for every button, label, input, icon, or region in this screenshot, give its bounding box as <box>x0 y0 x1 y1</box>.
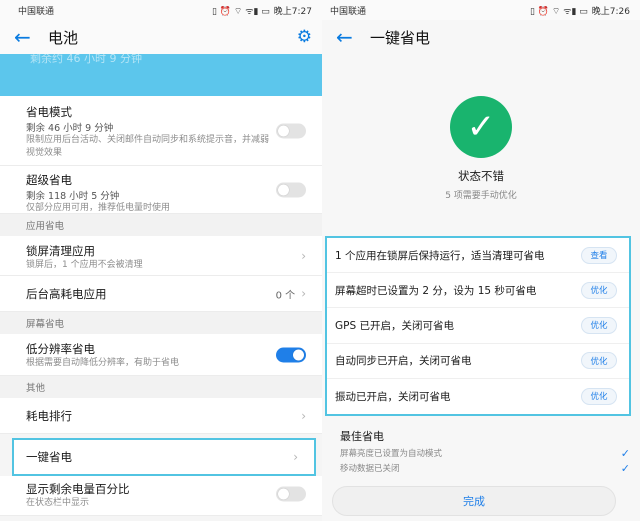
section-other: 其他 <box>0 376 322 398</box>
chevron-right-icon: › <box>293 450 298 464</box>
low-resolution-row[interactable]: 低分辨率省电 根据需要自动降低分辨率，有助于省电 <box>0 334 322 376</box>
ultra-power-saving-toggle[interactable] <box>276 182 306 197</box>
one-key-save-panel: 中国联通 ▯ ⏰ ⌔ ᯤ▮ ▭ 晚上7:26 ← 一键省电 ✓ 状态不错 5 项… <box>322 0 640 521</box>
back-arrow-icon[interactable]: ← <box>14 27 40 47</box>
list-item[interactable]: 振动已开启，关闭可省电 优化 <box>327 379 629 414</box>
background-high-power-row[interactable]: 后台高耗电应用 0 个 › <box>0 276 322 312</box>
power-saving-mode-toggle[interactable] <box>276 123 306 138</box>
done-button[interactable]: 完成 <box>332 486 616 516</box>
show-battery-percent-desc: 在状态栏中显示 <box>26 498 90 508</box>
power-ranking-title: 耗电排行 <box>26 408 72 423</box>
best-saving-item: 屏幕亮度已设置为自动模式 ✓ <box>340 446 630 460</box>
background-high-power-title: 后台高耗电应用 <box>26 286 107 301</box>
optimization-text: GPS 已开启，关闭可省电 <box>335 319 454 332</box>
clock: 晚上7:27 <box>273 6 312 17</box>
ultra-power-saving-row[interactable]: 超级省电 剩余 118 小时 5 分钟 仅部分应用可用，推荐低电量时使用 <box>0 166 322 214</box>
back-arrow-icon[interactable]: ← <box>336 27 362 47</box>
power-ranking-row[interactable]: 耗电排行 › <box>0 398 322 434</box>
one-key-save-row[interactable]: 一键省电 › <box>12 438 316 476</box>
best-saving-section: 最佳省电 屏幕亮度已设置为自动模式 ✓ 移动数据已关闭 ✓ <box>340 428 630 474</box>
carrier-label: 中国联通 <box>18 6 55 17</box>
ultra-power-saving-remaining: 剩余 118 小时 5 分钟 <box>26 191 120 202</box>
app-bar: ← 一键省电 <box>322 20 640 54</box>
ultra-power-saving-title: 超级省电 <box>26 173 72 187</box>
low-resolution-title: 低分辨率省电 <box>26 342 95 356</box>
show-battery-percent-title: 显示剩余电量百分比 <box>26 482 130 496</box>
best-saving-item: 移动数据已关闭 ✓ <box>340 461 630 475</box>
optimize-button[interactable]: 优化 <box>581 316 617 334</box>
status-subtitle: 5 项需要手动优化 <box>445 191 517 201</box>
battery-settings-panel: 中国联通 ▯ ⏰ ⌔ ᯤ▮ ▭ 晚上7:27 ← 电池 ⚙ 剩余约 46 小时 … <box>0 0 322 521</box>
one-key-save-title: 一键省电 <box>26 450 72 464</box>
optimization-text: 自动同步已开启，关闭可省电 <box>335 355 472 368</box>
list-item[interactable]: GPS 已开启，关闭可省电 优化 <box>327 308 629 344</box>
optimize-button[interactable]: 优化 <box>581 281 617 299</box>
optimization-text: 屏幕超时已设置为 2 分，设为 15 秒可省电 <box>335 284 537 297</box>
hero-faded-text: 剩余约 46 小时 9 分钟 <box>30 54 142 65</box>
ultra-power-saving-desc: 仅部分应用可用，推荐低电量时使用 <box>26 203 171 213</box>
power-saving-mode-row[interactable]: 省电模式 剩余 46 小时 9 分钟 限制应用后台活动、关闭邮件自动同步和系统提… <box>0 96 322 166</box>
lock-screen-cleanup-title: 锁屏清理应用 <box>26 244 95 258</box>
gear-icon[interactable]: ⚙ <box>297 27 312 47</box>
check-icon: ✓ <box>620 461 630 475</box>
low-resolution-toggle[interactable] <box>276 347 306 362</box>
lock-screen-cleanup-row[interactable]: 锁屏清理应用 锁屏后，1 个应用不会被清理 › <box>0 236 322 276</box>
app-bar: ← 电池 ⚙ <box>0 20 322 54</box>
chevron-right-icon: › <box>301 286 306 301</box>
optimization-text: 振动已开启，关闭可省电 <box>335 390 451 403</box>
clock: 晚上7:26 <box>591 6 630 17</box>
power-saving-mode-remaining: 剩余 46 小时 9 分钟 <box>26 123 114 134</box>
list-item[interactable]: 屏幕超时已设置为 2 分，设为 15 秒可省电 优化 <box>327 273 629 309</box>
status-summary: ✓ 状态不错 5 项需要手动优化 <box>322 54 640 235</box>
lock-screen-cleanup-desc: 锁屏后，1 个应用不会被清理 <box>26 260 143 270</box>
optimization-list: 1 个应用在锁屏后保持运行，适当清理可省电 查看 屏幕超时已设置为 2 分，设为… <box>325 236 631 416</box>
page-title: 电池 <box>48 28 79 47</box>
best-saving-title: 最佳省电 <box>340 430 384 443</box>
status-bar: 中国联通 ▯ ⏰ ⌔ ᯤ▮ ▭ 晚上7:26 <box>322 0 640 20</box>
battery-hero-banner: 剩余约 46 小时 9 分钟 <box>0 54 322 96</box>
carrier-label: 中国联通 <box>330 6 367 17</box>
power-saving-mode-title: 省电模式 <box>26 105 72 119</box>
chevron-right-icon: › <box>301 408 306 423</box>
chevron-right-icon: › <box>301 248 306 263</box>
show-battery-percent-row[interactable]: 显示剩余电量百分比 在状态栏中显示 <box>0 476 322 516</box>
check-circle-icon: ✓ <box>450 96 512 158</box>
low-resolution-desc: 根据需要自动降低分辨率，有助于省电 <box>26 358 180 368</box>
status-icons: ▯ ⏰ ⌔ ᯤ▮ ▭ <box>530 6 588 17</box>
list-item[interactable]: 自动同步已开启，关闭可省电 优化 <box>327 344 629 379</box>
optimize-button[interactable]: 优化 <box>581 352 617 370</box>
status-icons: ▯ ⏰ ⌔ ᯤ▮ ▭ <box>212 6 270 17</box>
optimize-button[interactable]: 优化 <box>581 387 617 405</box>
check-icon: ✓ <box>620 446 630 460</box>
status-bar: 中国联通 ▯ ⏰ ⌔ ᯤ▮ ▭ 晚上7:27 <box>0 0 322 20</box>
section-app-power: 应用省电 <box>0 214 322 236</box>
power-saving-mode-desc: 限制应用后台活动、关闭邮件自动同步和系统提示音，并减弱视觉效果 <box>26 135 270 158</box>
list-item[interactable]: 1 个应用在锁屏后保持运行，适当清理可省电 查看 <box>327 238 629 274</box>
status-title: 状态不错 <box>458 169 504 183</box>
background-high-power-count: 0 个 <box>275 290 296 301</box>
optimization-text: 1 个应用在锁屏后保持运行，适当清理可省电 <box>335 249 545 262</box>
page-title: 一键省电 <box>370 28 431 47</box>
section-screen-power: 屏幕省电 <box>0 312 322 334</box>
show-battery-percent-toggle[interactable] <box>276 486 306 502</box>
view-button[interactable]: 查看 <box>581 246 617 264</box>
